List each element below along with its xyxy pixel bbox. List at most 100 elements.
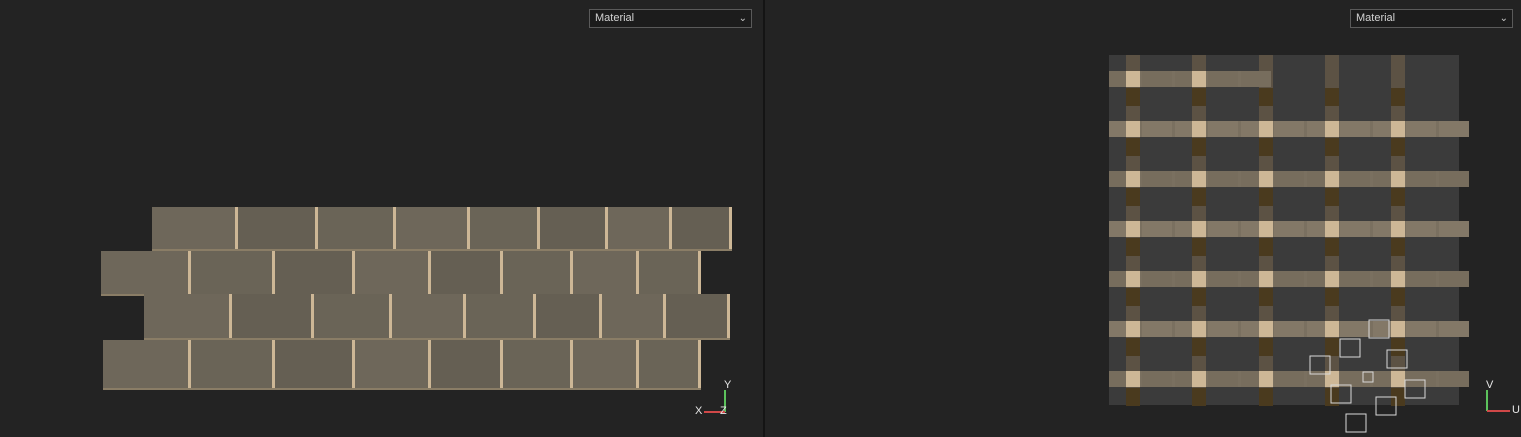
mortar-joint bbox=[467, 207, 470, 249]
uv-intersection bbox=[1126, 121, 1140, 137]
uv-island-dark bbox=[1259, 388, 1273, 406]
uv-intersection bbox=[1126, 371, 1140, 387]
axis-label-u: U bbox=[1512, 404, 1520, 416]
mortar-joint bbox=[727, 294, 730, 338]
uv-intersection bbox=[1259, 121, 1273, 137]
uv-intersection bbox=[1391, 321, 1405, 337]
mortar-joint bbox=[500, 340, 503, 388]
mortar-joint bbox=[663, 294, 666, 338]
uv-island bbox=[1208, 271, 1238, 287]
mortar-joint bbox=[537, 207, 540, 249]
mortar-joint bbox=[729, 207, 732, 249]
brick bbox=[152, 207, 235, 249]
brick bbox=[314, 294, 389, 338]
uv-island bbox=[1406, 171, 1436, 187]
axis-gizmo-3d bbox=[704, 390, 726, 413]
brick bbox=[466, 294, 533, 338]
uv-island-dark bbox=[1259, 338, 1273, 356]
uv-island-dark bbox=[1192, 238, 1206, 256]
mortar-joint bbox=[393, 207, 396, 249]
brick bbox=[275, 340, 352, 388]
uv-island-dark bbox=[1391, 338, 1405, 356]
uv-intersection bbox=[1325, 121, 1339, 137]
mortar-joint bbox=[188, 340, 191, 388]
uv-intersection bbox=[1259, 271, 1273, 287]
uv-island-dark bbox=[1126, 388, 1140, 406]
uv-island bbox=[1274, 221, 1304, 237]
uv-island-dark bbox=[1259, 238, 1273, 256]
uv-island bbox=[1439, 221, 1469, 237]
uv-intersection bbox=[1192, 171, 1206, 187]
brick bbox=[573, 251, 636, 294]
brick bbox=[144, 294, 229, 338]
uv-island-dark bbox=[1391, 288, 1405, 306]
uv-intersection bbox=[1391, 271, 1405, 287]
mortar-joint bbox=[272, 251, 275, 294]
uv-island bbox=[1340, 271, 1370, 287]
uv-layout-canvas[interactable] bbox=[765, 0, 1521, 437]
uv-island bbox=[1208, 371, 1238, 387]
uv-island-dark bbox=[1259, 138, 1273, 156]
uv-island-dark bbox=[1391, 238, 1405, 256]
brick bbox=[573, 340, 636, 388]
uv-island bbox=[1439, 121, 1469, 137]
brick bbox=[672, 207, 729, 249]
uv-intersection bbox=[1192, 371, 1206, 387]
mortar-joint bbox=[428, 251, 431, 294]
uv-island bbox=[1406, 221, 1436, 237]
mortar-joint bbox=[352, 251, 355, 294]
viewport-uv[interactable]: Material ⌄ V U bbox=[765, 0, 1521, 437]
brick bbox=[608, 207, 669, 249]
mortar-bed bbox=[152, 249, 732, 251]
uv-island-dark bbox=[1325, 288, 1339, 306]
uv-island bbox=[1340, 221, 1370, 237]
uv-intersection bbox=[1325, 321, 1339, 337]
uv-island-dark bbox=[1192, 138, 1206, 156]
uv-intersection bbox=[1192, 121, 1206, 137]
uv-intersection bbox=[1192, 321, 1206, 337]
mortar-joint bbox=[428, 340, 431, 388]
mortar-joint bbox=[698, 251, 701, 294]
brick bbox=[503, 251, 570, 294]
brick bbox=[392, 294, 463, 338]
brick bbox=[602, 294, 663, 338]
uv-island bbox=[1142, 221, 1172, 237]
uv-intersection bbox=[1192, 221, 1206, 237]
uv-island-dark bbox=[1325, 88, 1339, 106]
uv-island bbox=[1208, 171, 1238, 187]
axis-label-v: V bbox=[1486, 379, 1494, 391]
uv-intersection bbox=[1391, 371, 1405, 387]
uv-intersection bbox=[1391, 121, 1405, 137]
axis-gizmo-uv bbox=[1486, 390, 1510, 412]
brick bbox=[103, 340, 188, 388]
mortar-joint bbox=[235, 207, 238, 249]
uv-island bbox=[1241, 71, 1271, 87]
uv-island-dark bbox=[1325, 338, 1339, 356]
mortar-joint bbox=[533, 294, 536, 338]
brick bbox=[101, 251, 188, 294]
uv-intersection bbox=[1126, 221, 1140, 237]
mortar-joint bbox=[636, 340, 639, 388]
mortar-joint bbox=[311, 294, 314, 338]
mortar-joint bbox=[500, 251, 503, 294]
uv-intersection bbox=[1325, 271, 1339, 287]
viewport-3d[interactable]: Material ⌄ Y X Z bbox=[0, 0, 763, 437]
uv-island bbox=[1142, 171, 1172, 187]
brick-wall-mesh[interactable] bbox=[0, 0, 763, 437]
uv-island-dark bbox=[1259, 188, 1273, 206]
uv-intersection bbox=[1259, 171, 1273, 187]
mortar-joint bbox=[599, 294, 602, 338]
uv-island bbox=[1340, 171, 1370, 187]
uv-island bbox=[1274, 171, 1304, 187]
uv-island-dark bbox=[1259, 288, 1273, 306]
uv-island bbox=[1439, 171, 1469, 187]
mortar-joint bbox=[352, 340, 355, 388]
brick bbox=[431, 340, 500, 388]
uv-intersection bbox=[1325, 221, 1339, 237]
uv-island bbox=[1439, 321, 1469, 337]
brick bbox=[275, 251, 352, 294]
uv-island-dark bbox=[1391, 138, 1405, 156]
uv-island bbox=[1142, 71, 1172, 87]
uv-island-dark bbox=[1126, 88, 1140, 106]
uv-intersection bbox=[1192, 71, 1206, 87]
